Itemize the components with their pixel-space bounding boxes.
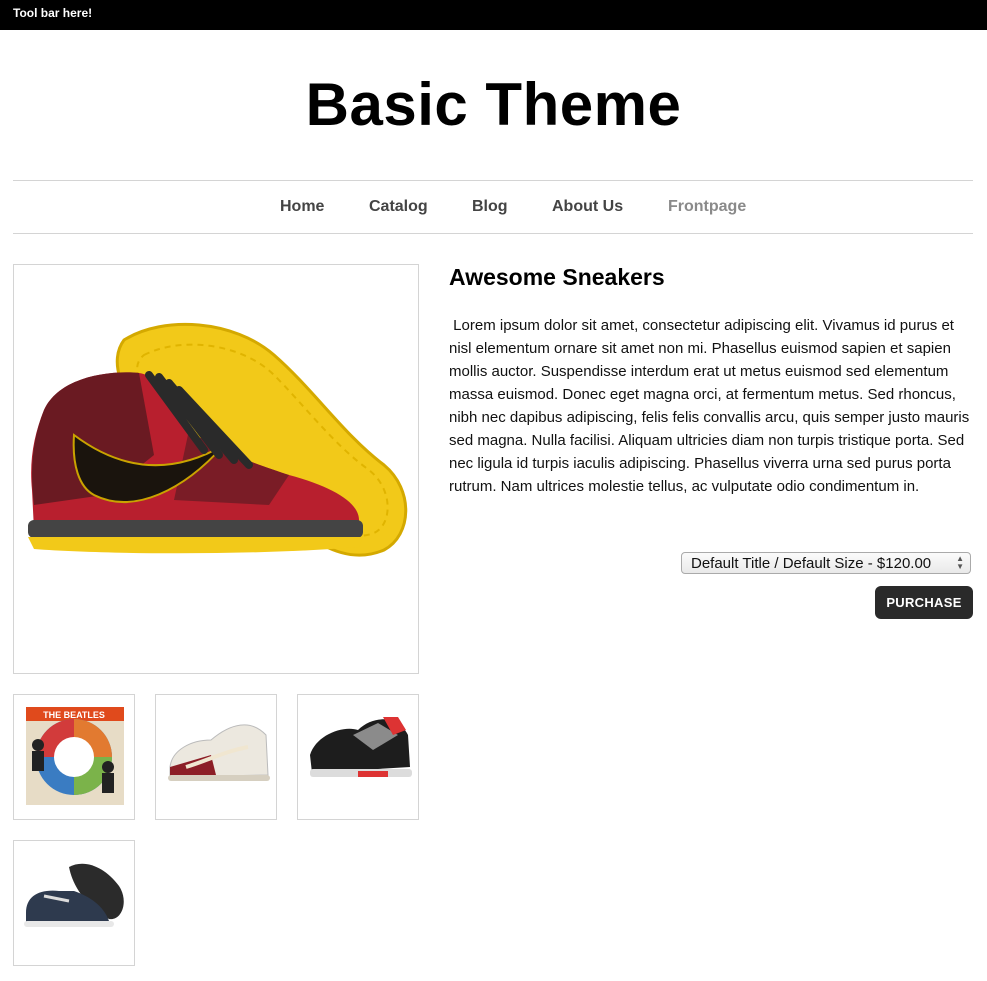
thumbnail-2[interactable] [155,694,277,820]
black-cement-sneaker-image [310,717,412,777]
nav-item-frontpage[interactable]: Frontpage [668,198,746,216]
select-arrows-icon: ▲ ▼ [956,554,964,571]
nav-item-about-us[interactable]: About Us [552,198,623,216]
product-title: Awesome Sneakers [449,264,665,290]
variant-select[interactable]: Default Title / Default Size - $120.00 ▲… [681,552,971,574]
toolbar: Tool bar here! [0,0,987,30]
white-red-sneaker-image [168,724,270,781]
nav-item-catalog[interactable]: Catalog [369,198,428,216]
dark-blue-sneaker-image [24,863,124,927]
product-main-image[interactable] [13,264,419,674]
nav-item-blog[interactable]: Blog [472,198,508,216]
high-top-sneaker-image [28,322,408,557]
album-cover-image: THE BEATLES [26,707,124,805]
main-nav: Home Catalog Blog About Us Frontpage [13,180,973,234]
variant-selected-value: Default Title / Default Size - $120.00 [691,555,932,572]
thumbnail-3[interactable] [297,694,419,820]
purchase-button[interactable]: PURCHASE [875,586,973,619]
nav-item-home[interactable]: Home [280,198,324,216]
thumbnail-4[interactable] [13,840,135,966]
toolbar-text: Tool bar here! [13,6,93,20]
thumbnail-1[interactable]: THE BEATLES [13,694,135,820]
site-title[interactable]: Basic Theme [0,70,987,139]
product-description: Lorem ipsum dolor sit amet, consectetur … [449,317,974,495]
album-title-text: THE BEATLES [43,710,105,720]
